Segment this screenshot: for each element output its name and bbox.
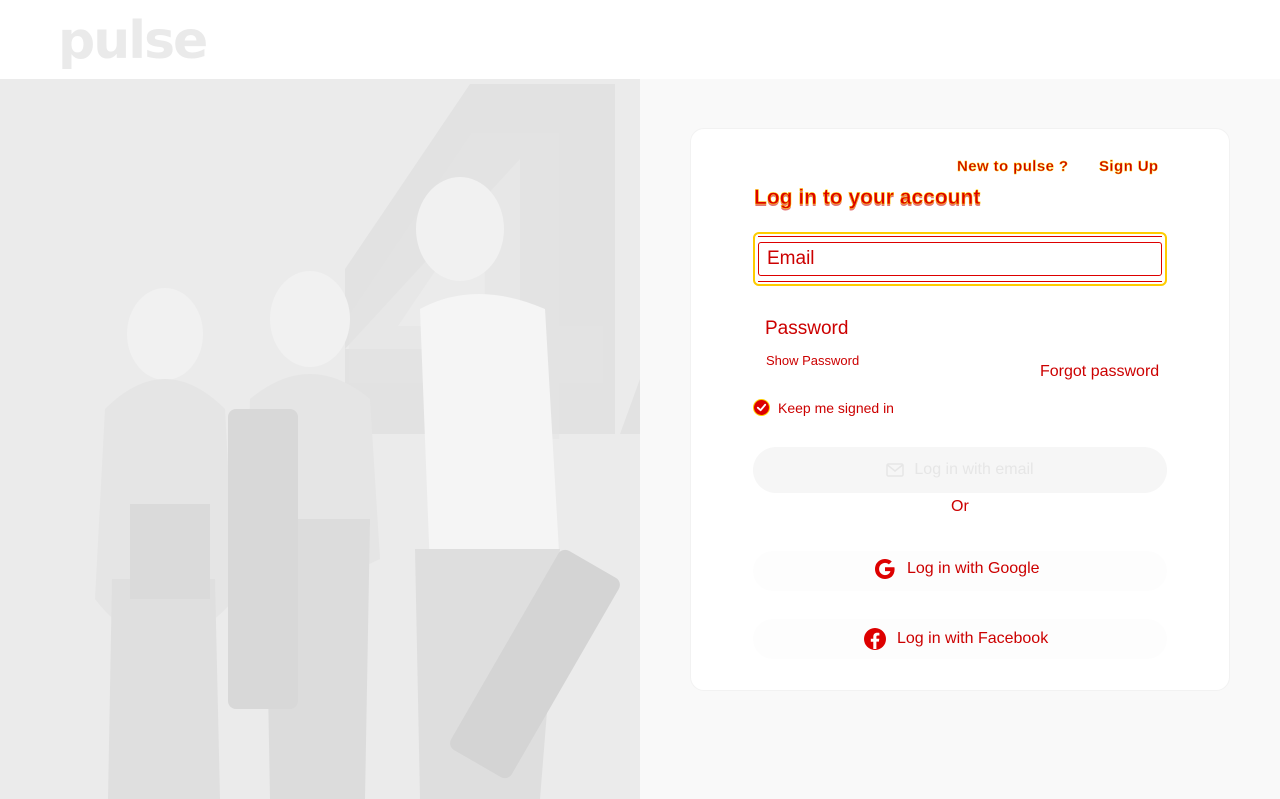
password-field[interactable] (765, 316, 1145, 342)
logo[interactable]: pulse (58, 10, 208, 72)
login-with-facebook-label: Log in with Facebook (897, 630, 1049, 647)
facebook-icon (864, 628, 886, 650)
email-field[interactable] (767, 246, 1147, 272)
check-icon (753, 399, 770, 416)
login-with-email-button[interactable]: Log in with email (753, 447, 1167, 493)
signup-prompt-row: New to pulse ? Sign Up (957, 158, 1159, 175)
signup-link[interactable]: Sign Up (1099, 158, 1158, 175)
password-field-box (753, 304, 1167, 354)
show-password-toggle[interactable]: Show Password (766, 354, 859, 368)
keep-signed-in-label: Keep me signed in (778, 399, 894, 416)
login-with-google-button[interactable]: Log in with Google (873, 557, 1040, 581)
keep-signed-in-checkbox[interactable]: Keep me signed in (753, 399, 894, 416)
hero-illustration: 4 (0, 79, 640, 799)
signup-prompt: New to pulse ? (957, 158, 1069, 175)
top-bar: pulse (0, 0, 1280, 79)
form-title: Log in to your account (754, 186, 981, 210)
hero-image: 4 (0, 79, 640, 799)
login-with-email-label: Log in with email (914, 461, 1034, 478)
login-with-facebook-button[interactable]: Log in with Facebook (863, 627, 1048, 651)
google-icon (875, 559, 895, 579)
login-with-google-label: Log in with Google (907, 560, 1040, 577)
email-field-box (753, 232, 1167, 286)
forgot-password-link[interactable]: Forgot password (1040, 364, 1159, 380)
mail-icon (886, 463, 905, 477)
or-divider: Or (951, 498, 969, 515)
